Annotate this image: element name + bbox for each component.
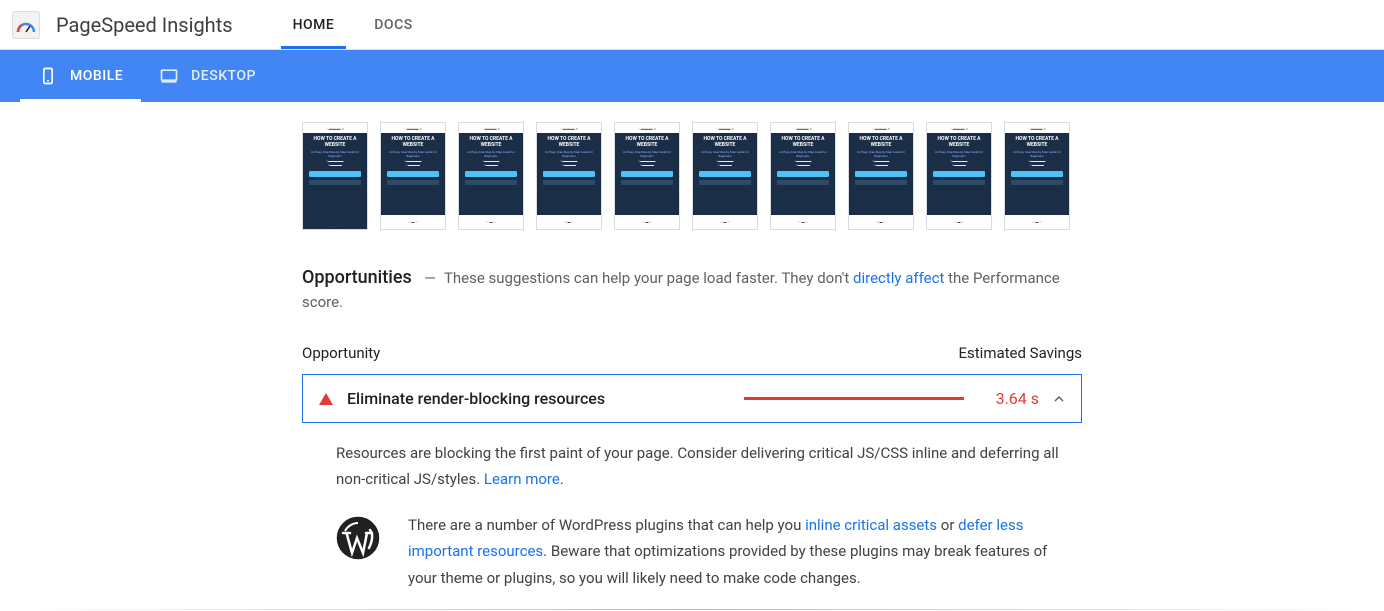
filmstrip: ◦ ▬▬▬ ×HOW TO CREATE A WEBSITEAn Easy, F…	[302, 122, 1082, 230]
filmstrip-thumb: ◦ ▬▬▬ ×HOW TO CREATE A WEBSITEAn Easy, F…	[380, 122, 446, 230]
main-content: ◦ ▬▬▬ ×HOW TO CREATE A WEBSITEAn Easy, F…	[302, 102, 1082, 611]
learn-more-link[interactable]: Learn more	[484, 470, 560, 488]
device-tab-label: DESKTOP	[191, 68, 256, 84]
wordpress-icon	[336, 516, 380, 560]
filmstrip-thumb: ◦ ▬▬▬ ×HOW TO CREATE A WEBSITEAn Easy, F…	[458, 122, 524, 230]
wordpress-advice: There are a number of WordPress plugins …	[336, 512, 1066, 591]
filmstrip-thumb: ◦ ▬▬▬ ×HOW TO CREATE A WEBSITEAn Easy, F…	[1004, 122, 1070, 230]
opportunity-row[interactable]: Eliminate render-blocking resources 3.64…	[302, 374, 1082, 423]
savings-value: 3.64 s	[996, 389, 1039, 408]
chevron-up-icon	[1053, 393, 1065, 405]
opportunity-detail: Resources are blocking the first paint o…	[302, 423, 1082, 591]
filmstrip-thumb: ◦ ▬▬▬ ×HOW TO CREATE A WEBSITEAn Easy, F…	[614, 122, 680, 230]
filmstrip-thumb: ◦ ▬▬▬ ×HOW TO CREATE A WEBSITEAn Easy, F…	[536, 122, 602, 230]
top-nav: HOME DOCS	[293, 0, 413, 49]
warning-icon	[319, 393, 333, 405]
wordpress-text: There are a number of WordPress plugins …	[408, 512, 1066, 591]
opportunity-title: Eliminate render-blocking resources	[347, 389, 605, 408]
col-opportunity: Opportunity	[302, 344, 380, 362]
tab-docs[interactable]: DOCS	[374, 0, 412, 49]
filmstrip-thumb: ◦ ▬▬▬ ×HOW TO CREATE A WEBSITEAn Easy, F…	[770, 122, 836, 230]
filmstrip-thumb: ◦ ▬▬▬ ×HOW TO CREATE A WEBSITEAn Easy, F…	[692, 122, 758, 230]
app-title: PageSpeed Insights	[56, 13, 233, 37]
col-savings: Estimated Savings	[959, 344, 1083, 362]
desktop-icon	[159, 66, 179, 86]
inline-critical-link[interactable]: inline critical assets	[805, 516, 937, 534]
device-tab-desktop[interactable]: DESKTOP	[141, 50, 274, 102]
device-tab-label: MOBILE	[70, 68, 123, 84]
savings-bar	[744, 397, 964, 400]
device-tab-mobile[interactable]: MOBILE	[20, 50, 141, 102]
filmstrip-thumb: ◦ ▬▬▬ ×HOW TO CREATE A WEBSITEAn Easy, F…	[302, 122, 368, 230]
filmstrip-thumb: ◦ ▬▬▬ ×HOW TO CREATE A WEBSITEAn Easy, F…	[926, 122, 992, 230]
opportunity-columns: Opportunity Estimated Savings	[302, 344, 1082, 362]
device-tabs-bar: MOBILE DESKTOP	[0, 50, 1384, 102]
detail-description: Resources are blocking the first paint o…	[336, 441, 1066, 492]
psi-logo	[12, 11, 40, 39]
tab-home[interactable]: HOME	[293, 0, 335, 49]
directly-affect-link[interactable]: directly affect	[853, 269, 944, 287]
opportunities-heading: Opportunities	[302, 267, 412, 288]
filmstrip-thumb: ◦ ▬▬▬ ×HOW TO CREATE A WEBSITEAn Easy, F…	[848, 122, 914, 230]
app-header: PageSpeed Insights HOME DOCS	[0, 0, 1384, 50]
mobile-icon	[38, 66, 58, 86]
opportunities-description: —These suggestions can help your page lo…	[302, 269, 1060, 311]
opportunities-header: Opportunities —These suggestions can hel…	[302, 266, 1082, 314]
